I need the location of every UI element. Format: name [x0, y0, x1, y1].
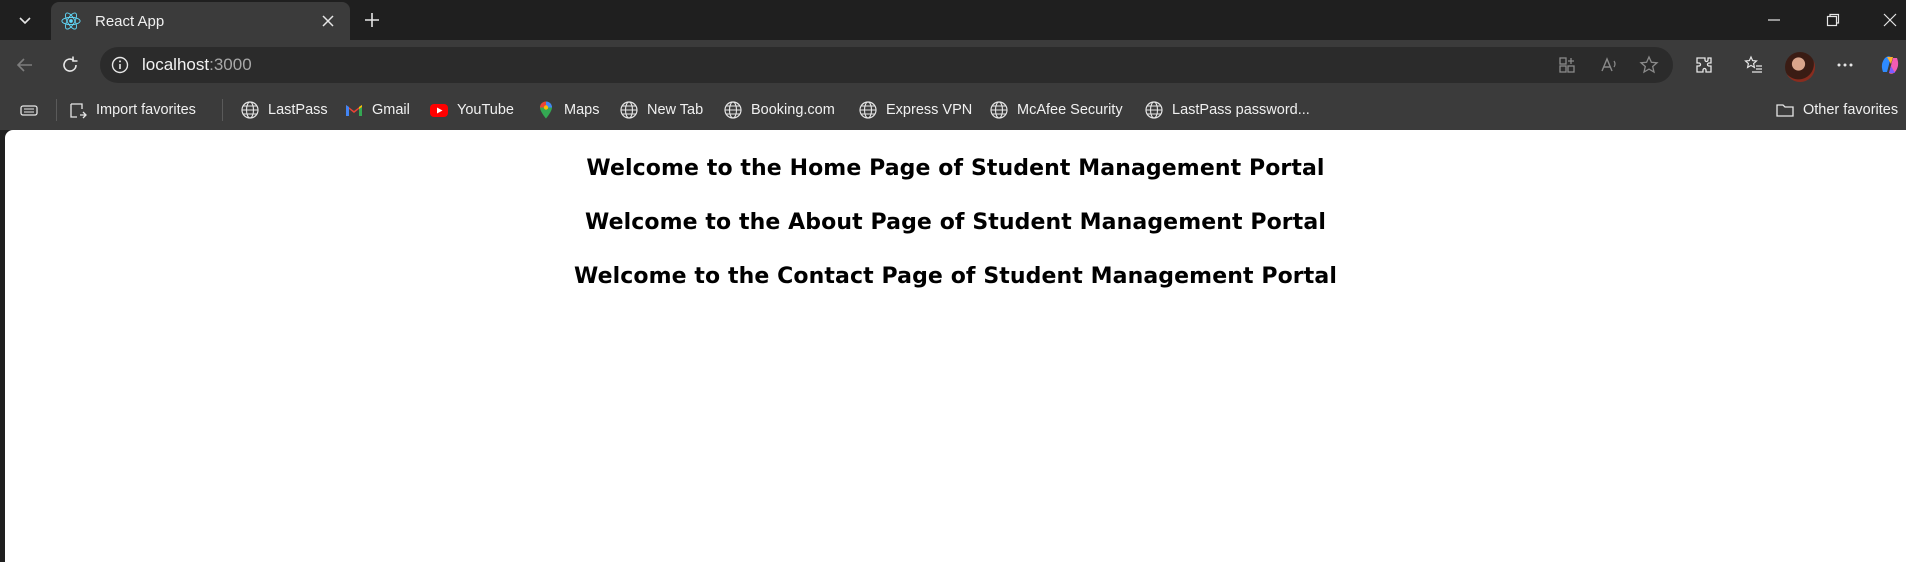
favorite-star-icon[interactable]: [1637, 53, 1661, 77]
favorite-label: Gmail: [372, 102, 410, 118]
globe-icon: [240, 100, 260, 120]
tab-strip: React App: [0, 0, 1906, 40]
globe-icon: [989, 100, 1009, 120]
youtube-icon: [429, 100, 449, 120]
import-favorites-icon: [68, 100, 88, 120]
favorite-youtube[interactable]: YouTube: [429, 99, 514, 121]
extensions-icon[interactable]: [1688, 49, 1720, 81]
browser-tab[interactable]: React App: [51, 2, 350, 40]
favorite-label: Booking.com: [751, 102, 835, 118]
app-available-icon[interactable]: [1555, 53, 1579, 77]
read-aloud-icon[interactable]: [1597, 53, 1621, 77]
favorite-label: New Tab: [647, 102, 704, 118]
more-options-icon[interactable]: [1829, 49, 1861, 81]
favorite-gmail[interactable]: Gmail: [344, 99, 410, 121]
refresh-icon[interactable]: [54, 49, 86, 81]
minimize-icon[interactable]: [1746, 0, 1802, 40]
globe-icon: [1144, 100, 1164, 120]
favorite-lastpass-password[interactable]: LastPass password...: [1144, 99, 1310, 121]
avatar[interactable]: [1785, 52, 1815, 82]
favorites-list-icon[interactable]: [1738, 49, 1770, 81]
globe-icon: [858, 100, 878, 120]
favorite-maps[interactable]: Maps: [536, 99, 599, 121]
other-favorites-folder[interactable]: Other favorites: [1775, 99, 1898, 121]
favorite-label: McAfee Security: [1017, 102, 1123, 118]
favorites-divider: [56, 99, 57, 121]
favorite-import-favorites[interactable]: Import favorites: [68, 99, 196, 121]
react-logo-icon: [61, 11, 81, 31]
favorite-label: Express VPN: [886, 102, 973, 118]
tab-title: React App: [95, 12, 165, 30]
about-heading: Welcome to the About Page of Student Man…: [585, 210, 1326, 235]
url-text[interactable]: localhost:3000: [142, 55, 252, 75]
restore-icon[interactable]: [1805, 0, 1861, 40]
favorite-lastpass[interactable]: LastPass: [240, 99, 328, 121]
copilot-icon[interactable]: [1874, 49, 1906, 81]
favorite-label: Maps: [564, 102, 600, 118]
url-port: :3000: [209, 55, 252, 74]
contact-heading: Welcome to the Contact Page of Student M…: [574, 264, 1337, 289]
favorites-divider: [222, 99, 223, 121]
favorite-label: LastPass: [268, 102, 328, 118]
close-window-icon[interactable]: [1862, 0, 1906, 40]
favorite-label: LastPass password...: [1172, 102, 1310, 118]
other-favorites-label: Other favorites: [1803, 102, 1899, 118]
gmail-icon: [344, 100, 364, 120]
tab-actions-chevron-down-icon[interactable]: [10, 6, 40, 34]
collections-icon[interactable]: [19, 99, 39, 121]
favorite-label: YouTube: [457, 102, 514, 118]
address-bar[interactable]: localhost:3000: [100, 47, 1673, 83]
favorite-new-tab[interactable]: New Tab: [619, 99, 703, 121]
home-heading: Welcome to the Home Page of Student Mana…: [586, 156, 1325, 181]
new-tab-plus-icon[interactable]: [356, 5, 388, 35]
navigation-toolbar: localhost:3000: [0, 40, 1906, 90]
globe-icon: [723, 100, 743, 120]
folder-icon: [1775, 100, 1795, 120]
site-info-icon[interactable]: [110, 55, 130, 75]
globe-icon: [619, 100, 639, 120]
favorite-label: Import favorites: [96, 102, 196, 118]
maps-icon: [536, 100, 556, 120]
close-tab-icon[interactable]: [314, 7, 342, 35]
page-viewport: Welcome to the Home Page of Student Mana…: [5, 130, 1906, 562]
favorite-mcafee-security[interactable]: McAfee Security: [989, 99, 1123, 121]
favorite-booking[interactable]: Booking.com: [723, 99, 835, 121]
back-arrow-icon[interactable]: [9, 49, 41, 81]
favorite-express-vpn[interactable]: Express VPN: [858, 99, 972, 121]
url-host: localhost: [142, 55, 210, 74]
